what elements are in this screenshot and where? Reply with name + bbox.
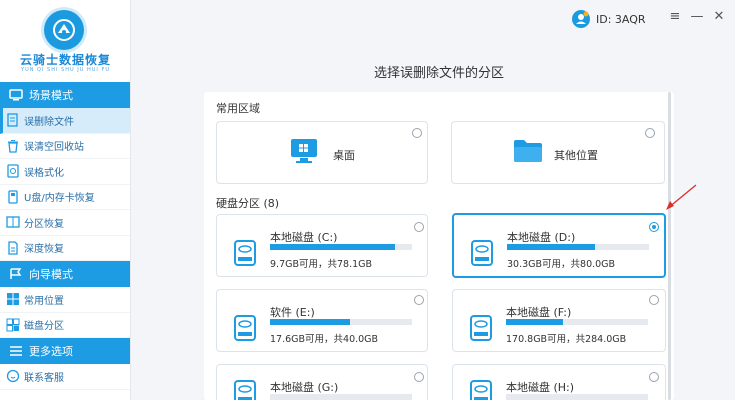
drive-usage-bar [270, 394, 412, 400]
sidebar-item-recycle-bin[interactable]: 误清空回收站 [0, 134, 130, 159]
sidebar-item-format[interactable]: 误格式化 [0, 159, 130, 185]
drive-usage-bar [506, 319, 648, 325]
radio-button[interactable] [412, 128, 422, 138]
drive-usage-fill [506, 319, 563, 325]
section-label: 场景模式 [29, 89, 73, 102]
drive-card-h[interactable]: 本地磁盘 (H:) [452, 364, 666, 400]
guide-icon [9, 268, 23, 280]
user-id-label: ID: 3AQR [596, 12, 646, 26]
drive-info: 170.8GB可用，共284.0GB [506, 334, 627, 345]
drive-usage-bar [270, 319, 412, 325]
drive-name: 本地磁盘 (F:) [506, 306, 572, 319]
drive-name: 本地磁盘 (D:) [507, 231, 576, 244]
sidebar-item-label: 误清空回收站 [24, 142, 84, 154]
drive-name: 软件 (E:) [270, 306, 315, 319]
drive-card-c[interactable]: 本地磁盘 (C:) 9.7GB可用，共78.1GB [216, 214, 428, 277]
drive-info: 9.7GB可用，共78.1GB [270, 259, 373, 270]
disk-partition-label: 硬盘分区 (8) [216, 197, 280, 210]
radio-button-selected[interactable] [649, 222, 659, 232]
drive-info: 30.3GB可用，共80.0GB [507, 259, 616, 270]
drive-info: 17.6GB可用，共40.0GB [270, 334, 379, 345]
drive-usage-fill [507, 244, 596, 250]
drive-usage-bar [507, 244, 649, 250]
hard-drive-icon [471, 240, 493, 266]
recycle-bin-icon [6, 139, 20, 153]
radio-button[interactable] [649, 295, 659, 305]
drive-name: 本地磁盘 (G:) [270, 381, 339, 394]
sidebar-item-label: 误格式化 [24, 167, 64, 179]
hard-drive-icon [234, 240, 256, 266]
section-more-options[interactable]: 更多选项 [0, 338, 130, 364]
drive-card-d[interactable]: 本地磁盘 (D:) 30.3GB可用，共80.0GB [452, 213, 666, 278]
sidebar-item-deep-scan[interactable]: 深度恢复 [0, 236, 130, 261]
radio-button[interactable] [649, 372, 659, 382]
drive-card-e[interactable]: 软件 (E:) 17.6GB可用，共40.0GB [216, 289, 428, 352]
usb-icon [6, 190, 20, 204]
section-guide-mode[interactable]: 向导模式 [0, 261, 130, 287]
hard-drive-icon [470, 315, 492, 341]
location-label: 桌面 [333, 149, 355, 162]
deep-scan-icon [6, 241, 20, 255]
sidebar-item-label: 深度恢复 [24, 244, 64, 256]
logo-area: 云骑士数据恢复 YUN QI SHI SHU JU HUI FU [0, 0, 130, 82]
location-label: 其他位置 [554, 149, 598, 162]
section-label: 向导模式 [29, 268, 73, 281]
folder-icon [513, 139, 543, 167]
sidebar-item-label: 常用位置 [24, 295, 64, 307]
location-card-other[interactable]: 其他位置 [451, 121, 665, 184]
minimize-button[interactable]: — [690, 10, 704, 24]
headset-icon [6, 369, 20, 383]
annotation-arrow-icon [666, 184, 697, 210]
menu-button[interactable]: ≡ [668, 10, 682, 24]
app-subtitle: YUN QI SHI SHU JU HUI FU [21, 67, 110, 73]
drive-usage-bar [270, 244, 412, 250]
sidebar-item-disk-partition[interactable]: 磁盘分区 [0, 313, 130, 338]
drive-usage-fill [270, 319, 350, 325]
drive-usage-fill [270, 244, 395, 250]
desktop-icon [290, 138, 318, 168]
menu-icon [9, 345, 23, 357]
sidebar-item-file-delete[interactable]: 误删除文件 [0, 108, 130, 134]
format-icon [6, 164, 20, 178]
section-label: 更多选项 [29, 345, 73, 358]
disk-icon [6, 318, 20, 332]
partition-icon [6, 215, 20, 229]
sidebar-item-label: 分区恢复 [24, 218, 64, 230]
sidebar: 云骑士数据恢复 YUN QI SHI SHU JU HUI FU 场景模式 误删… [0, 0, 131, 400]
close-button[interactable]: ✕ [712, 10, 726, 24]
scene-icon [9, 89, 23, 101]
common-area-label: 常用区域 [216, 102, 260, 115]
drive-usage-bar [506, 394, 648, 400]
sidebar-item-label: 误删除文件 [24, 116, 74, 128]
drive-card-g[interactable]: 本地磁盘 (G:) [216, 364, 428, 400]
page-title: 选择误删除文件的分区 [374, 66, 505, 81]
hard-drive-icon [234, 380, 256, 400]
section-scene-mode[interactable]: 场景模式 [0, 82, 130, 108]
avatar-icon [572, 10, 590, 28]
user-id-area[interactable]: ID: 3AQR [572, 9, 646, 29]
logo-icon [44, 10, 84, 50]
scrollbar[interactable] [668, 92, 671, 400]
sidebar-item-label: 磁盘分区 [24, 321, 64, 333]
app-title: 云骑士数据恢复 [19, 53, 111, 67]
radio-button[interactable] [645, 128, 655, 138]
sidebar-item-common-location[interactable]: 常用位置 [0, 287, 130, 313]
drive-card-f[interactable]: 本地磁盘 (F:) 170.8GB可用，共284.0GB [452, 289, 666, 352]
hard-drive-icon [234, 315, 256, 341]
hard-drive-icon [470, 380, 492, 400]
drive-name: 本地磁盘 (C:) [270, 231, 338, 244]
sidebar-item-label: U盘/内存卡恢复 [24, 193, 95, 205]
sidebar-item-contact-support[interactable]: 联系客服 [0, 364, 130, 390]
radio-button[interactable] [414, 295, 424, 305]
file-delete-icon [6, 113, 20, 127]
radio-button[interactable] [414, 372, 424, 382]
drive-name: 本地磁盘 (H:) [506, 381, 575, 394]
sidebar-item-usb[interactable]: U盘/内存卡恢复 [0, 185, 130, 210]
windows-icon [6, 292, 20, 306]
sidebar-item-label: 联系客服 [24, 372, 64, 384]
sidebar-item-partition[interactable]: 分区恢复 [0, 210, 130, 236]
radio-button[interactable] [414, 222, 424, 232]
location-card-desktop[interactable]: 桌面 [216, 121, 428, 184]
